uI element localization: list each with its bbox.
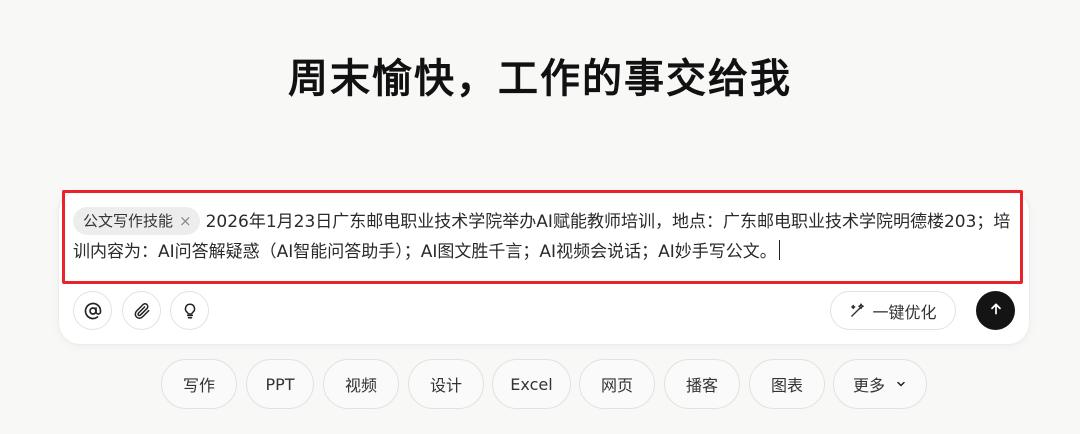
prompt-input[interactable]: 公文写作技能 × 2026年1月23日广东邮电职业技术学院举办AI赋能教师培训，地点…: [73, 207, 1018, 267]
quick-action-label: 设计: [429, 376, 462, 395]
quick-action-chart[interactable]: 图表: [749, 359, 825, 409]
page-title: 周末愉快，工作的事交给我: [288, 55, 792, 102]
quick-action-label: 网页: [600, 376, 633, 395]
optimize-label: 一键优化: [872, 302, 937, 322]
quick-action-label: PPT: [265, 374, 295, 394]
inspiration-button[interactable]: [170, 291, 209, 330]
quick-action-video[interactable]: 视频: [323, 359, 399, 409]
send-button[interactable]: [976, 291, 1015, 330]
at-icon: [84, 302, 102, 320]
quick-action-label: 图表: [770, 376, 803, 395]
page: 周末愉快，工作的事交给我 公文写作技能 × 2026年1月23日广东邮电职业技术学院…: [0, 0, 1080, 434]
quick-action-podcast[interactable]: 播客: [664, 359, 740, 409]
attach-button[interactable]: [122, 291, 161, 330]
quick-action-more[interactable]: 更多: [833, 359, 927, 409]
quick-action-label: 更多: [852, 376, 885, 395]
skill-chip-label: 公文写作技能: [83, 212, 174, 230]
arrow-up-icon: [988, 301, 1004, 321]
quick-action-label: 写作: [182, 376, 215, 395]
chip-remove-button[interactable]: ×: [179, 207, 192, 235]
quick-action-design[interactable]: 设计: [408, 359, 484, 409]
optimize-button[interactable]: 一键优化: [830, 291, 956, 330]
chevron-down-icon: [895, 378, 907, 390]
quick-action-label: Excel: [510, 374, 553, 394]
lightbulb-icon: [181, 302, 199, 320]
prompt-text: 2026年1月23日广东邮电职业技术学院举办AI赋能教师培训，地点：广东邮电职业…: [73, 212, 1011, 262]
mention-button[interactable]: [73, 291, 112, 330]
quick-action-webpage[interactable]: 网页: [579, 359, 655, 409]
skill-chip: 公文写作技能 ×: [73, 207, 200, 235]
quick-action-label: 播客: [685, 376, 718, 395]
quick-action-writing[interactable]: 写作: [161, 359, 237, 409]
quick-action-ppt[interactable]: PPT: [246, 359, 314, 409]
quick-action-label: 视频: [344, 376, 377, 395]
quick-action-excel[interactable]: Excel: [492, 359, 571, 409]
text-caret: [778, 240, 780, 260]
paperclip-icon: [133, 302, 151, 320]
magic-pen-icon: [849, 302, 866, 319]
quick-actions: 写作 PPT 视频 设计 Excel 网页 播客 图表 更多: [0, 359, 1080, 409]
